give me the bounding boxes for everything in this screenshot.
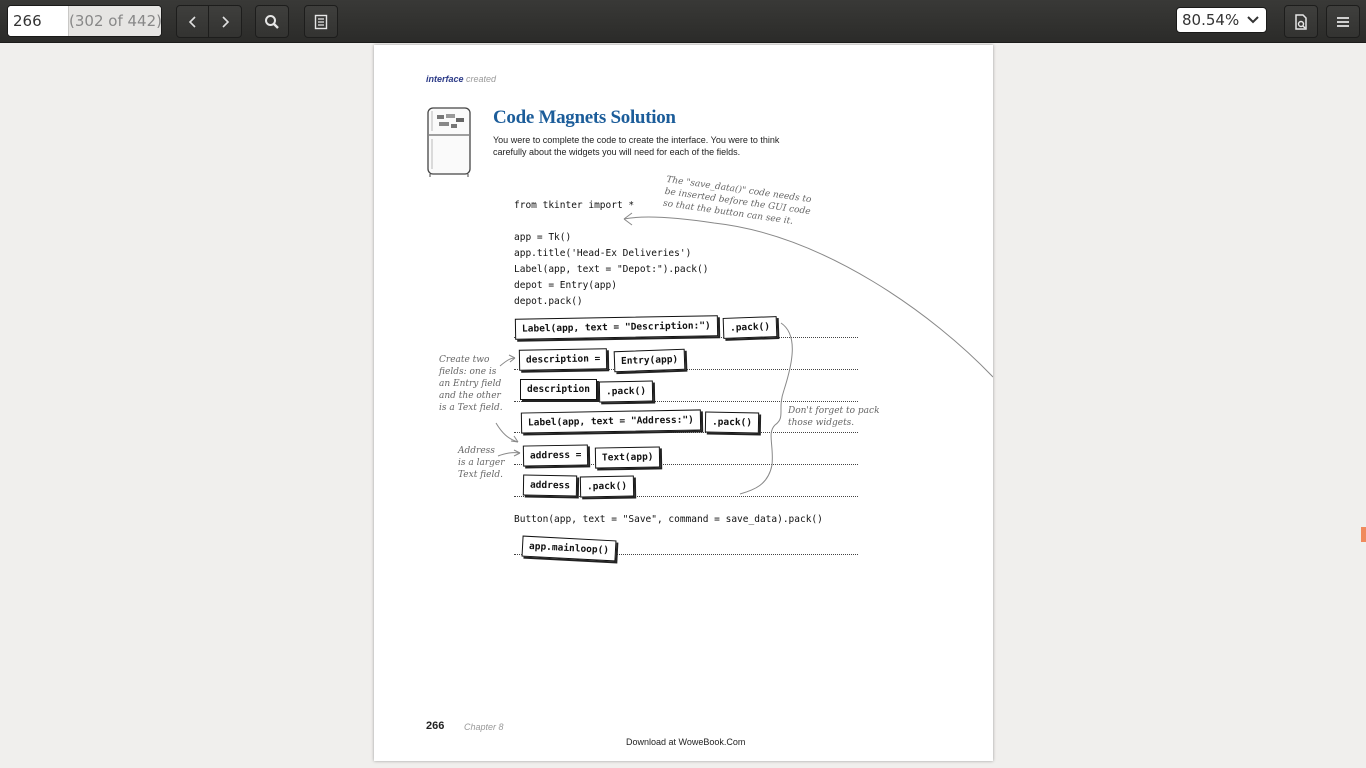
chevron-down-icon (1247, 16, 1259, 24)
page-total-label: (302 of 442) (68, 6, 161, 36)
annotation-note: Don't forget to pack those widgets. (788, 406, 880, 428)
zoom-select[interactable]: 80.54% (1176, 7, 1267, 33)
chevron-right-icon (221, 15, 229, 28)
document-properties-button[interactable] (1284, 5, 1318, 38)
document-properties-icon (1295, 13, 1307, 30)
search-button[interactable] (255, 5, 289, 38)
footer-page-number: 266 (426, 720, 445, 732)
thumbnails-button[interactable] (304, 5, 338, 38)
page-nav-group (176, 5, 242, 38)
toolbar: (302 of 442) 80.54% (0, 0, 1366, 43)
footer-chapter: Chapter 8 (464, 722, 504, 732)
page-selector: (302 of 442) (7, 5, 162, 37)
document-page: interface created Code Magnets Solution … (374, 45, 993, 761)
hamburger-menu-icon (1337, 16, 1349, 27)
search-icon (265, 14, 279, 29)
thumbnails-icon (314, 14, 328, 29)
annotation-note: Create two fields: one is an Entry field… (439, 355, 503, 413)
zoom-value: 80.54% (1182, 11, 1240, 29)
previous-page-button[interactable] (177, 6, 208, 37)
scroll-position-marker[interactable] (1361, 527, 1366, 542)
menu-button[interactable] (1326, 5, 1360, 38)
footer-watermark: Download at WoweBook.Com (626, 737, 746, 747)
next-page-button[interactable] (209, 6, 240, 37)
annotation-note: Address is a larger Text field. (458, 446, 505, 480)
page-number-input[interactable] (8, 6, 67, 36)
chevron-left-icon (188, 15, 196, 28)
